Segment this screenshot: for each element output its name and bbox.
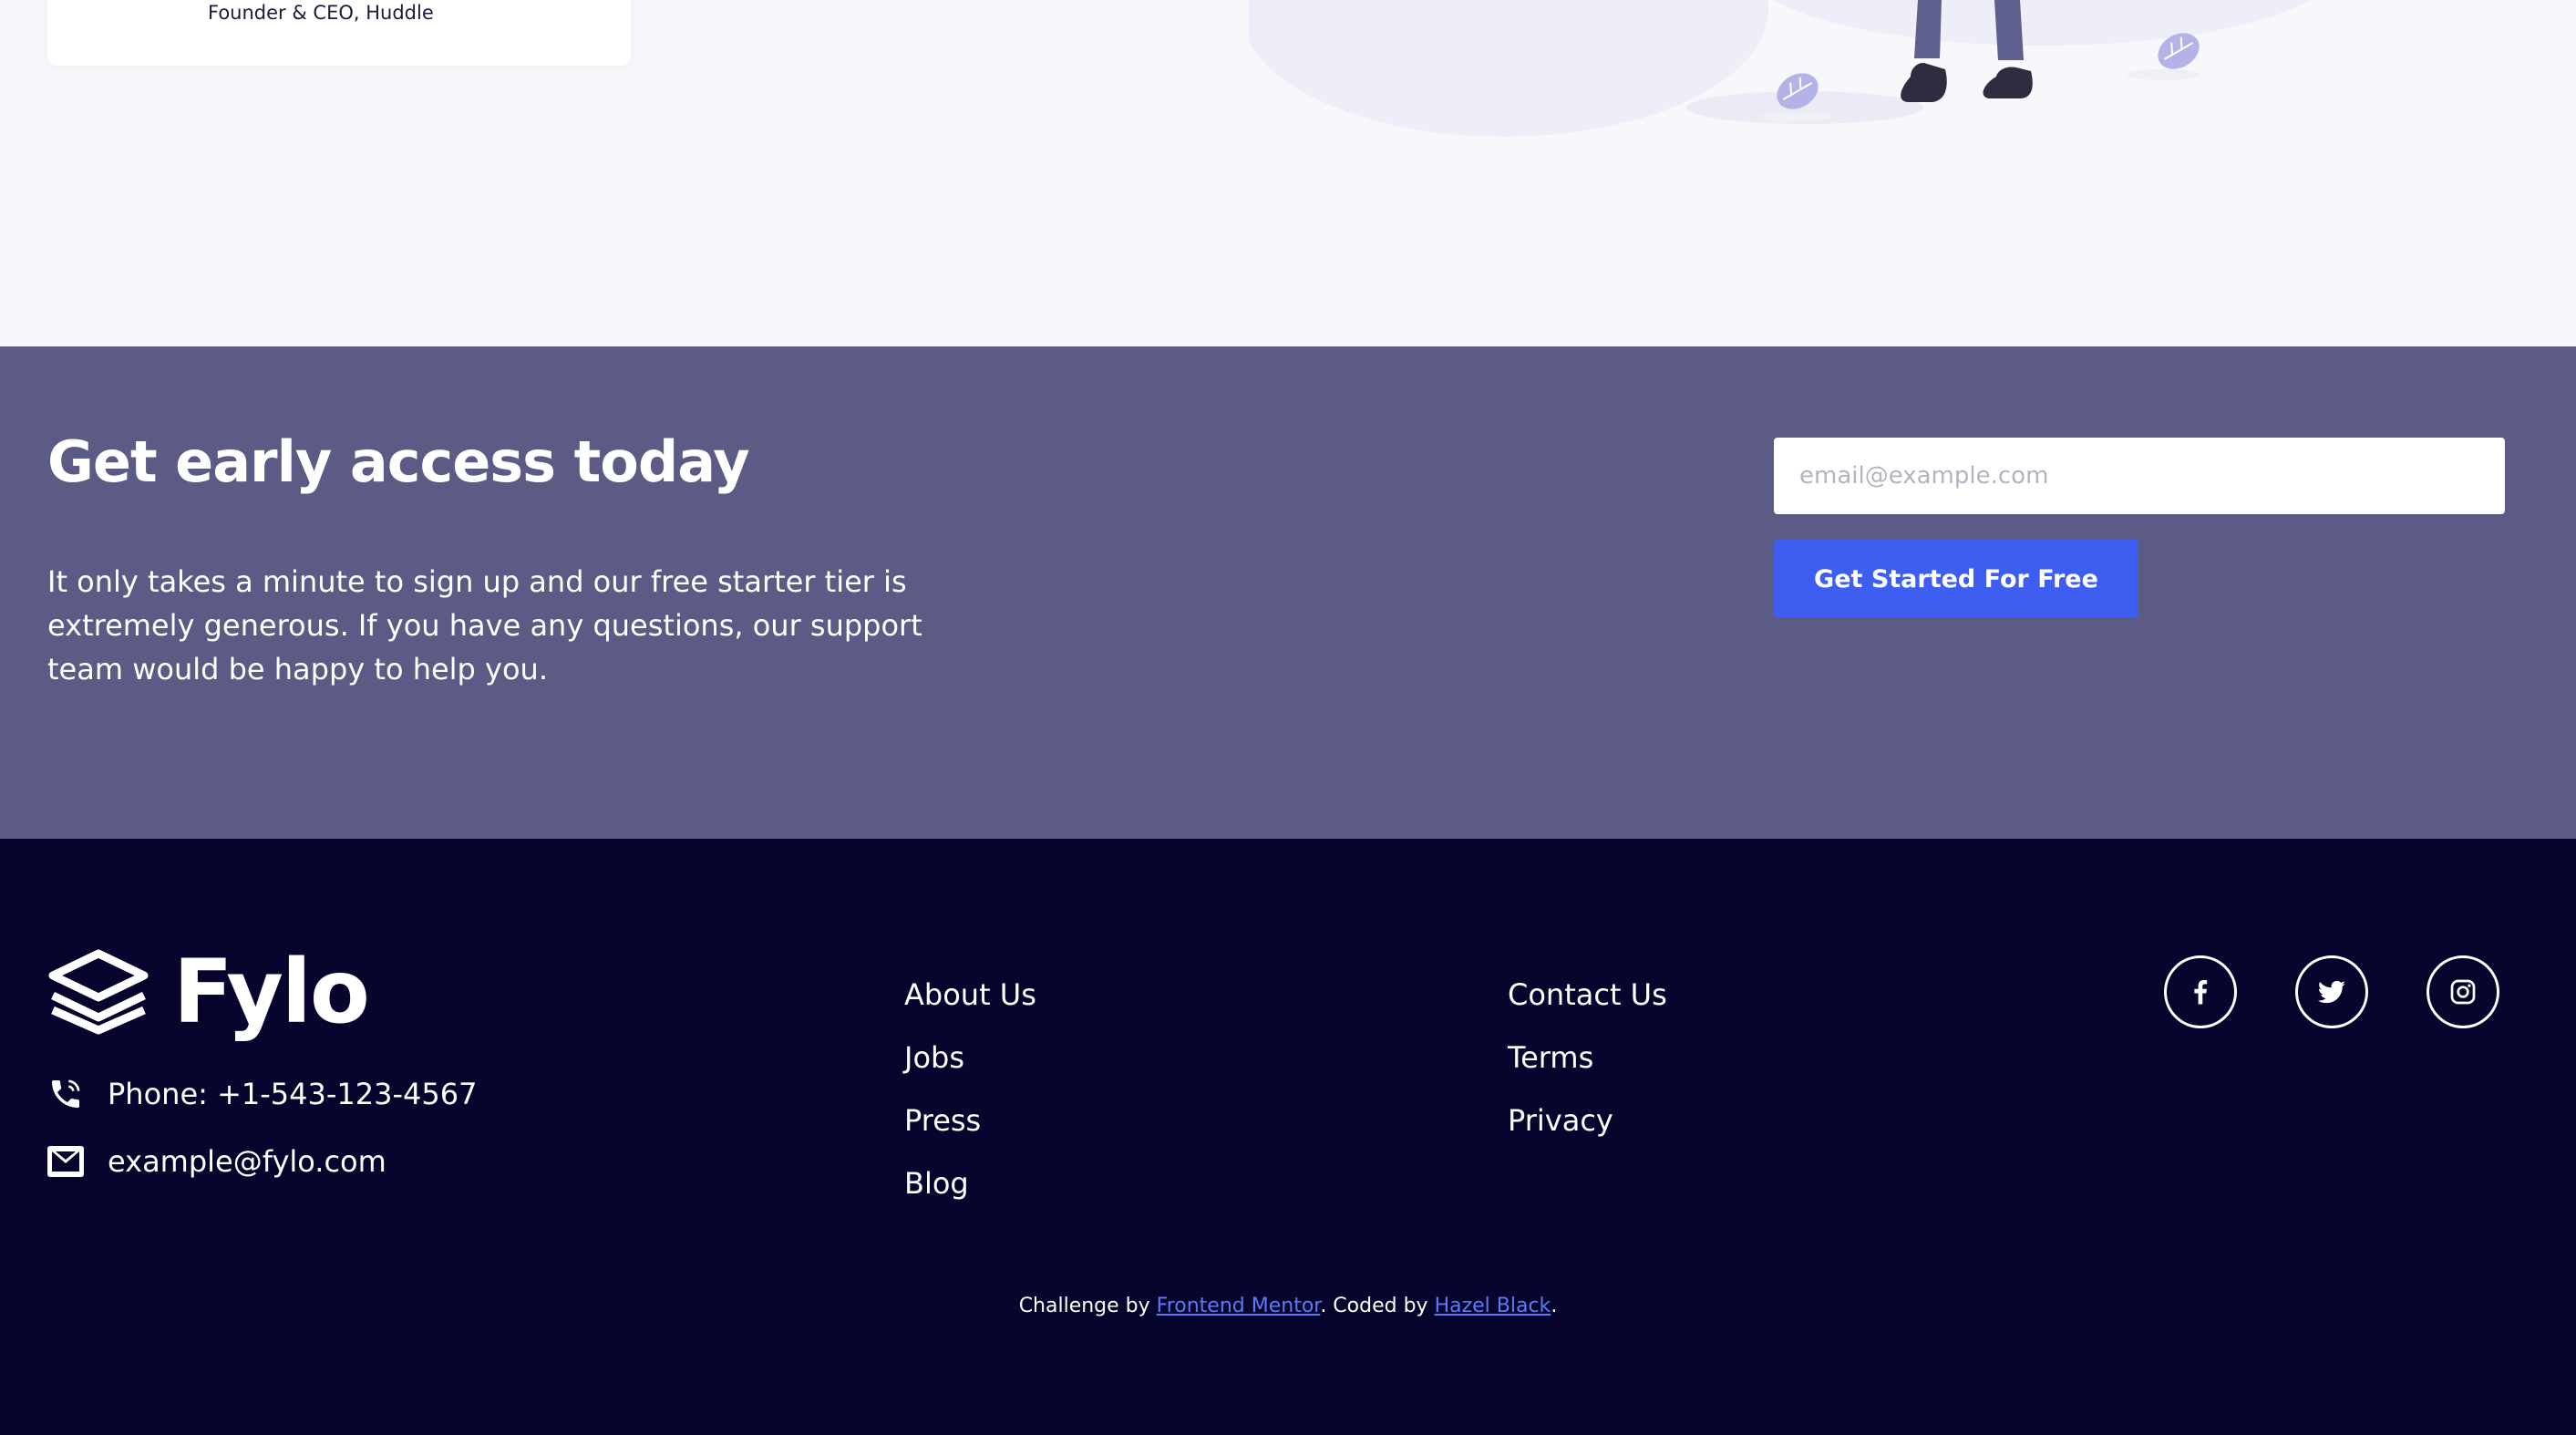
testimonial-role: Founder & CEO, Huddle <box>208 2 434 24</box>
early-access-section: Get early access today It only takes a m… <box>0 346 2576 839</box>
jobs-link[interactable]: Jobs <box>904 1040 964 1075</box>
twitter-icon <box>2317 980 2345 1004</box>
phone-contact: Phone: +1-543-123-4567 <box>46 1074 477 1114</box>
attribution-suffix: . <box>1551 1295 1558 1317</box>
facebook-button[interactable] <box>2164 955 2237 1028</box>
attribution-middle: . Coded by <box>1320 1295 1435 1317</box>
press-link[interactable]: Press <box>904 1103 981 1138</box>
logo-text: Fylo <box>173 941 370 1043</box>
footer-link-item: Press <box>904 1103 1036 1166</box>
footer-link-item: Contact Us <box>1508 977 1667 1040</box>
blog-link[interactable]: Blog <box>904 1166 969 1201</box>
contact-us-link[interactable]: Contact Us <box>1508 977 1667 1012</box>
email-contact: example@fylo.com <box>46 1141 386 1182</box>
footer: Fylo Phone: +1-543-123-4567 example@fylo… <box>0 839 2576 1435</box>
testimonial-section: Founder & CEO, Huddle <box>0 0 2576 346</box>
frontend-mentor-link[interactable]: Frontend Mentor <box>1157 1295 1321 1317</box>
testimonial-card: Founder & CEO, Huddle <box>47 0 631 66</box>
privacy-link[interactable]: Privacy <box>1508 1103 1613 1138</box>
person-illustration <box>1249 0 2312 137</box>
stack-logo-icon <box>48 949 149 1035</box>
instagram-button[interactable] <box>2427 955 2499 1028</box>
footer-links-col-2: Contact Us Terms Privacy <box>1508 977 1667 1166</box>
phone-text: Phone: +1-543-123-4567 <box>108 1077 478 1111</box>
email-input[interactable] <box>1774 438 2505 514</box>
footer-link-item: Terms <box>1508 1040 1667 1103</box>
attribution-prefix: Challenge by <box>1018 1295 1157 1317</box>
logo[interactable]: Fylo <box>46 941 370 1043</box>
instagram-icon <box>2450 979 2476 1005</box>
about-us-link[interactable]: About Us <box>904 977 1036 1012</box>
terms-link[interactable]: Terms <box>1508 1040 1593 1075</box>
mail-icon <box>46 1141 86 1182</box>
twitter-button[interactable] <box>2295 955 2368 1028</box>
get-started-button[interactable]: Get Started For Free <box>1774 540 2138 618</box>
phone-icon <box>46 1074 86 1114</box>
cta-title: Get early access today <box>47 428 750 495</box>
footer-links-col-1: About Us Jobs Press Blog <box>904 977 1036 1229</box>
attribution: Challenge by Frontend Mentor. Coded by H… <box>0 1295 2576 1317</box>
footer-link-item: Privacy <box>1508 1103 1667 1166</box>
facebook-icon <box>2194 979 2208 1005</box>
footer-link-item: Jobs <box>904 1040 1036 1103</box>
author-link[interactable]: Hazel Black <box>1435 1295 1551 1317</box>
footer-link-item: About Us <box>904 977 1036 1040</box>
footer-link-item: Blog <box>904 1166 1036 1229</box>
cta-description: It only takes a minute to sign up and ou… <box>47 564 922 687</box>
email-text[interactable]: example@fylo.com <box>108 1144 386 1179</box>
